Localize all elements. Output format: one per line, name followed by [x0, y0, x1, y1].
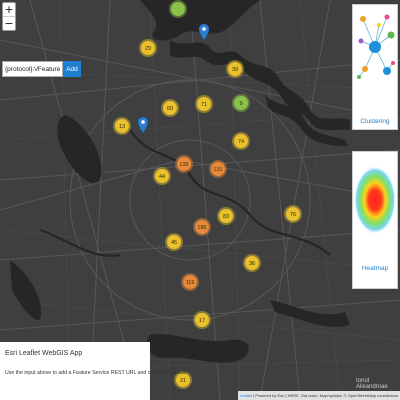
feature-service-url-input[interactable] — [2, 61, 63, 77]
cluster-marker[interactable]: 135 — [175, 155, 193, 173]
clustering-layer-card[interactable]: Clustering — [352, 4, 398, 130]
cluster-marker[interactable]: 17 — [193, 311, 211, 329]
cluster-count: 71 — [201, 102, 207, 108]
attribution-bar: Leaflet | Powered by Esri | HERE, DeLorm… — [238, 391, 400, 400]
add-button[interactable]: Add — [63, 61, 81, 77]
cluster-count: 36 — [249, 261, 255, 267]
cluster-marker[interactable] — [169, 0, 187, 18]
cluster-count: 39 — [232, 67, 238, 73]
zoom-control: + − — [2, 2, 16, 31]
cluster-count: 21 — [180, 378, 186, 384]
cluster-count: 186 — [197, 225, 206, 231]
heatmap-layer-card[interactable]: Heatmap — [352, 151, 398, 289]
cluster-marker[interactable]: 13 — [113, 117, 131, 135]
cluster-count: 17 — [199, 318, 205, 324]
leaflet-link[interactable]: Leaflet — [240, 393, 252, 398]
app-description: Use the input above to add a Feature Ser… — [5, 370, 187, 376]
cluster-marker[interactable]: 45 — [165, 233, 183, 251]
zoom-out-button[interactable]: − — [3, 16, 15, 30]
heatmap-label[interactable]: Heatmap — [353, 265, 397, 272]
cluster-count: 83 — [223, 214, 229, 220]
basemap: 29 39 9 60 71 13 74 135 131 44 83 186 45 76 36 119 17 21 — [0, 0, 400, 400]
cluster-count: 135 — [179, 162, 188, 168]
clustering-label[interactable]: Clustering — [353, 118, 397, 125]
cluster-marker[interactable]: 29 — [139, 39, 157, 57]
cluster-count: 131 — [213, 167, 222, 173]
add-feature-service-bar: Add — [2, 61, 81, 77]
cluster-marker[interactable]: 36 — [243, 254, 261, 272]
cluster-count: 29 — [145, 46, 151, 52]
cluster-marker[interactable]: 76 — [284, 205, 302, 223]
cluster-marker[interactable]: 74 — [232, 132, 250, 150]
map-canvas[interactable]: 29 39 9 60 71 13 74 135 131 44 83 186 45 76 36 119 17 21 — [0, 0, 400, 400]
info-panel: Esri Leaflet WebGIS App Use the input ab… — [0, 342, 186, 400]
app-title: Esri Leaflet WebGIS App — [5, 350, 83, 357]
cluster-marker[interactable]: 9 — [232, 94, 250, 112]
cluster-marker[interactable]: 119 — [181, 273, 199, 291]
cluster-count: 45 — [171, 240, 177, 246]
attribution-text: | Powered by Esri | HERE, DeLorme, Mapmy… — [252, 393, 398, 398]
cluster-count: 44 — [159, 174, 165, 180]
cluster-count: 76 — [290, 212, 296, 218]
cluster-marker[interactable]: 60 — [161, 99, 179, 117]
cluster-count: 74 — [238, 139, 244, 145]
cluster-marker[interactable]: 44 — [153, 167, 171, 185]
cluster-count: 60 — [167, 106, 173, 112]
cluster-marker[interactable]: 39 — [226, 60, 244, 78]
cluster-marker[interactable]: 83 — [217, 207, 235, 225]
clustering-thumbnail-icon — [357, 14, 395, 79]
user-name: Ionut Alixandroae — [356, 378, 388, 390]
cluster-marker[interactable]: 186 — [193, 218, 211, 236]
cluster-marker[interactable]: 71 — [195, 95, 213, 113]
cluster-count: 9 — [239, 101, 242, 107]
cluster-count: 13 — [119, 124, 125, 130]
heatmap-thumbnail-icon — [354, 166, 396, 234]
cluster-count: 119 — [186, 280, 195, 286]
cluster-marker[interactable]: 131 — [209, 160, 227, 178]
zoom-in-button[interactable]: + — [3, 3, 15, 16]
